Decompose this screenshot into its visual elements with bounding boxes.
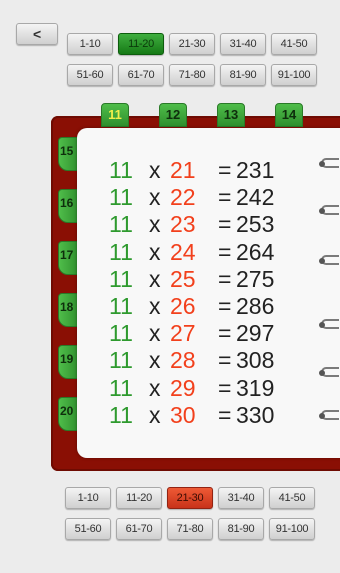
multiplier: 30 bbox=[170, 401, 196, 428]
product: 275 bbox=[236, 265, 275, 292]
multiplier: 24 bbox=[170, 238, 196, 265]
multiplier: 26 bbox=[170, 293, 196, 319]
tab-13[interactable]: 13 bbox=[217, 103, 245, 127]
equation-row: 11 x 30 = 330 bbox=[105, 402, 335, 429]
multiplicand: 11 bbox=[109, 265, 133, 292]
times-sign: x bbox=[149, 157, 161, 183]
bottom-range-button-71-80[interactable]: 71-80 bbox=[167, 518, 213, 540]
product: 253 bbox=[236, 211, 275, 238]
ring-icon bbox=[319, 410, 339, 420]
bottom-range-button-81-90[interactable]: 81-90 bbox=[218, 518, 264, 540]
equation-row: 11 x 28 = 308 bbox=[105, 347, 335, 374]
times-sign: x bbox=[149, 374, 161, 401]
equation-row: 11 x 25 = 275 bbox=[105, 266, 335, 293]
product: 297 bbox=[236, 320, 275, 347]
top-range-button-1-10[interactable]: 1-10 bbox=[67, 33, 113, 55]
times-sign: x bbox=[149, 265, 161, 292]
times-sign: x bbox=[149, 347, 161, 374]
product: 231 bbox=[236, 157, 275, 183]
bottom-range-button-11-20[interactable]: 11-20 bbox=[116, 487, 162, 509]
multiplier: 27 bbox=[170, 320, 196, 347]
multiplicand: 11 bbox=[109, 320, 133, 347]
multiplier: 29 bbox=[170, 374, 196, 401]
multiplicand: 11 bbox=[109, 211, 133, 238]
equals-sign: = bbox=[218, 293, 232, 319]
multiplier: 21 bbox=[170, 157, 196, 183]
top-range-button-51-60[interactable]: 51-60 bbox=[67, 64, 113, 86]
top-range-button-61-70[interactable]: 61-70 bbox=[118, 64, 164, 86]
equals-sign: = bbox=[218, 374, 232, 401]
product: 330 bbox=[236, 401, 275, 428]
multiplier: 23 bbox=[170, 211, 196, 238]
ring-icon bbox=[319, 205, 339, 215]
tab-12[interactable]: 12 bbox=[159, 103, 187, 127]
ring-icon bbox=[319, 158, 339, 168]
equation-row: 11 x 21 = 231 bbox=[105, 157, 335, 184]
back-button[interactable]: < bbox=[16, 23, 58, 45]
multiplicand: 11 bbox=[109, 238, 133, 265]
bottom-range-button-91-100[interactable]: 91-100 bbox=[269, 518, 315, 540]
top-range-button-31-40[interactable]: 31-40 bbox=[220, 33, 266, 55]
multiplicand: 11 bbox=[109, 347, 133, 374]
times-sign: x bbox=[149, 184, 161, 211]
top-range-button-71-80[interactable]: 71-80 bbox=[169, 64, 215, 86]
product: 308 bbox=[236, 347, 275, 374]
bottom-range-button-41-50[interactable]: 41-50 bbox=[269, 487, 315, 509]
equation-row: 11 x 24 = 264 bbox=[105, 239, 335, 266]
equals-sign: = bbox=[218, 238, 232, 265]
top-range-button-41-50[interactable]: 41-50 bbox=[271, 33, 317, 55]
multiplier: 25 bbox=[170, 265, 196, 292]
ring-icon bbox=[319, 255, 339, 265]
multiplicand: 11 bbox=[109, 157, 133, 183]
times-sign: x bbox=[149, 211, 161, 238]
product: 242 bbox=[236, 184, 275, 211]
multiplier: 22 bbox=[170, 184, 196, 211]
equals-sign: = bbox=[218, 184, 232, 211]
top-range-button-21-30[interactable]: 21-30 bbox=[169, 33, 215, 55]
equals-sign: = bbox=[218, 157, 232, 183]
equation-row: 11 x 26 = 286 bbox=[105, 293, 335, 320]
product: 319 bbox=[236, 374, 275, 401]
bottom-range-button-31-40[interactable]: 31-40 bbox=[218, 487, 264, 509]
times-sign: x bbox=[149, 320, 161, 347]
equals-sign: = bbox=[218, 265, 232, 292]
ring-icon bbox=[319, 367, 339, 377]
equation-row: 11 x 29 = 319 bbox=[105, 375, 335, 402]
equals-sign: = bbox=[218, 211, 232, 238]
multiplicand: 11 bbox=[109, 401, 133, 428]
times-sign: x bbox=[149, 293, 161, 319]
equation-row: 11 x 27 = 297 bbox=[105, 320, 335, 347]
ring-icon bbox=[319, 319, 339, 329]
top-range-button-81-90[interactable]: 81-90 bbox=[220, 64, 266, 86]
top-range-button-91-100[interactable]: 91-100 bbox=[271, 64, 317, 86]
tab-14[interactable]: 14 bbox=[275, 103, 303, 127]
bottom-range-button-21-30[interactable]: 21-30 bbox=[167, 487, 213, 509]
equation-row: 11 x 23 = 253 bbox=[105, 211, 335, 238]
top-range-button-11-20[interactable]: 11-20 bbox=[118, 33, 164, 55]
equals-sign: = bbox=[218, 347, 232, 374]
equals-sign: = bbox=[218, 401, 232, 428]
bottom-range-button-51-60[interactable]: 51-60 bbox=[65, 518, 111, 540]
product: 286 bbox=[236, 293, 275, 319]
multiplicand: 11 bbox=[109, 374, 133, 401]
product: 264 bbox=[236, 238, 275, 265]
bottom-range-button-1-10[interactable]: 1-10 bbox=[65, 487, 111, 509]
times-sign: x bbox=[149, 238, 161, 265]
equation-row: 11 x 22 = 242 bbox=[105, 184, 335, 211]
multiplicand: 11 bbox=[109, 293, 133, 319]
bottom-range-button-61-70[interactable]: 61-70 bbox=[116, 518, 162, 540]
tab-11[interactable]: 11 bbox=[101, 103, 129, 127]
equals-sign: = bbox=[218, 320, 232, 347]
multiplicand: 11 bbox=[109, 184, 133, 211]
times-sign: x bbox=[149, 401, 161, 428]
multiplier: 28 bbox=[170, 347, 196, 374]
